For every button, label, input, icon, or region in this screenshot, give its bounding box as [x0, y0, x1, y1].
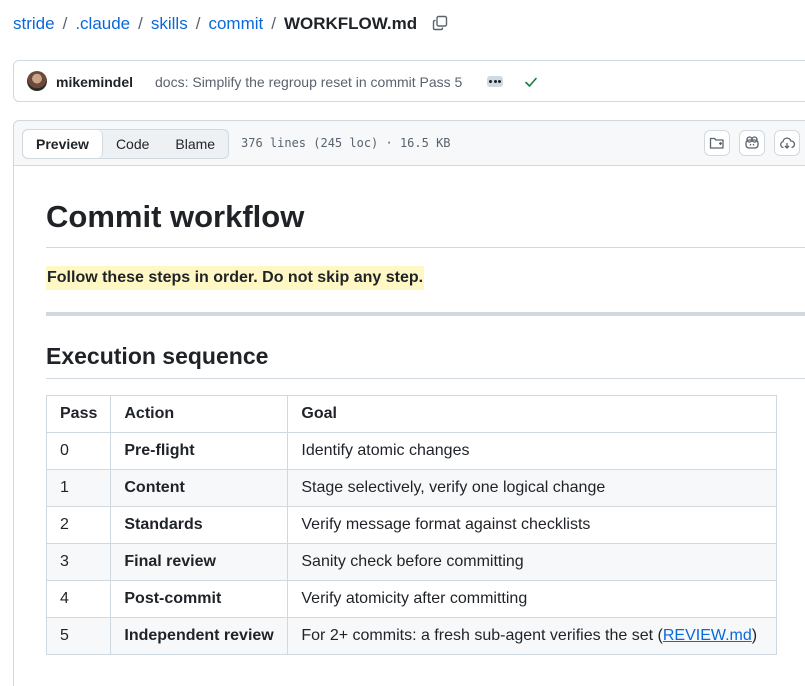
table-row: 4 Post-commit Verify atomicity after com…	[45, 580, 778, 618]
table-cell-pass: 2	[45, 506, 112, 544]
cloud-icon[interactable]	[774, 130, 800, 156]
review-md-link[interactable]: REVIEW.md	[663, 627, 752, 644]
tab-preview[interactable]: Preview	[23, 130, 103, 158]
section-title: Execution sequence	[46, 343, 269, 369]
table-cell-action: Post-commit	[110, 580, 289, 618]
breadcrumb-link-commit[interactable]: commit	[208, 14, 263, 33]
table-cell-action: Final review	[110, 543, 289, 581]
tab-blame[interactable]: Blame	[162, 130, 228, 158]
latest-commit-bar: mikemindel docs: Simplify the regroup re…	[13, 60, 805, 102]
table-cell-pass: 1	[45, 469, 112, 507]
breadcrumb-separator: /	[195, 14, 201, 33]
file-stats: 376 lines (245 loc) · 16.5 KB	[241, 136, 451, 150]
breadcrumb-link-stride[interactable]: stride	[13, 14, 55, 33]
table-cell-pass: 3	[45, 543, 112, 581]
table-cell-goal: Verify message format against checklists	[287, 506, 778, 544]
table-row: 2 Standards Verify message format agains…	[45, 506, 778, 544]
view-mode-segmented-control: Preview Code Blame	[22, 129, 230, 159]
table-header-pass: Pass	[45, 395, 112, 433]
table-cell-action: Standards	[110, 506, 289, 544]
tab-code[interactable]: Code	[103, 130, 162, 158]
avatar[interactable]	[27, 71, 47, 91]
goal-text-suffix: )	[751, 627, 758, 644]
intro-highlight: Follow these steps in order. Do not skip…	[46, 266, 425, 290]
table-row: 1 Content Stage selectively, verify one …	[45, 469, 778, 507]
table-cell-action: Independent review	[110, 617, 289, 655]
copilot-icon[interactable]	[739, 130, 765, 156]
heading-divider	[46, 378, 805, 379]
table-cell-goal: For 2+ commits: a fresh sub-agent verifi…	[287, 617, 778, 655]
table-cell-pass: 5	[45, 617, 112, 655]
commit-author[interactable]: mikemindel	[56, 74, 133, 90]
table-row: 5 Independent review For 2+ commits: a f…	[45, 617, 778, 655]
kebab-icon[interactable]	[487, 76, 503, 87]
check-icon	[523, 74, 539, 93]
horizontal-rule	[46, 312, 805, 316]
table-cell-goal: Sanity check before committing	[287, 543, 778, 581]
breadcrumb-separator: /	[271, 14, 276, 33]
table-cell-goal: Verify atomicity after committing	[287, 580, 778, 618]
breadcrumb-separator: /	[62, 14, 68, 33]
table-cell-pass: 0	[45, 432, 112, 470]
table-cell-action: Content	[110, 469, 289, 507]
breadcrumb: stride / .claude / skills / commit / WORKFLOW.md	[13, 14, 448, 36]
document-title: Commit workflow	[46, 199, 305, 234]
folder-icon[interactable]	[704, 130, 730, 156]
breadcrumb-link-skills[interactable]: skills	[151, 14, 188, 33]
table-row: 3 Final review Sanity check before commi…	[45, 543, 778, 581]
breadcrumb-separator: /	[138, 14, 143, 33]
commit-message[interactable]: docs: Simplify the regroup reset in comm…	[155, 74, 462, 90]
execution-sequence-table: Pass Action Goal 0 Pre-flight Identify a…	[45, 395, 778, 655]
breadcrumb-link-claude[interactable]: .claude	[75, 14, 130, 33]
table-header-goal: Goal	[287, 395, 778, 433]
table-cell-goal: Stage selectively, verify one logical ch…	[287, 469, 778, 507]
heading-divider	[46, 247, 805, 248]
breadcrumb-current-file: WORKFLOW.md	[283, 14, 418, 33]
table-cell-action: Pre-flight	[110, 432, 289, 470]
file-header: Preview Code Blame 376 lines (245 loc) ·…	[13, 120, 805, 166]
table-cell-pass: 4	[45, 580, 112, 618]
table-cell-goal: Identify atomic changes	[287, 432, 778, 470]
goal-text: For 2+ commits: a fresh sub-agent verifi…	[301, 627, 663, 644]
table-header-row: Pass Action Goal	[45, 395, 778, 433]
table-row: 0 Pre-flight Identify atomic changes	[45, 432, 778, 470]
copy-icon[interactable]	[432, 15, 448, 36]
table-header-action: Action	[110, 395, 289, 433]
